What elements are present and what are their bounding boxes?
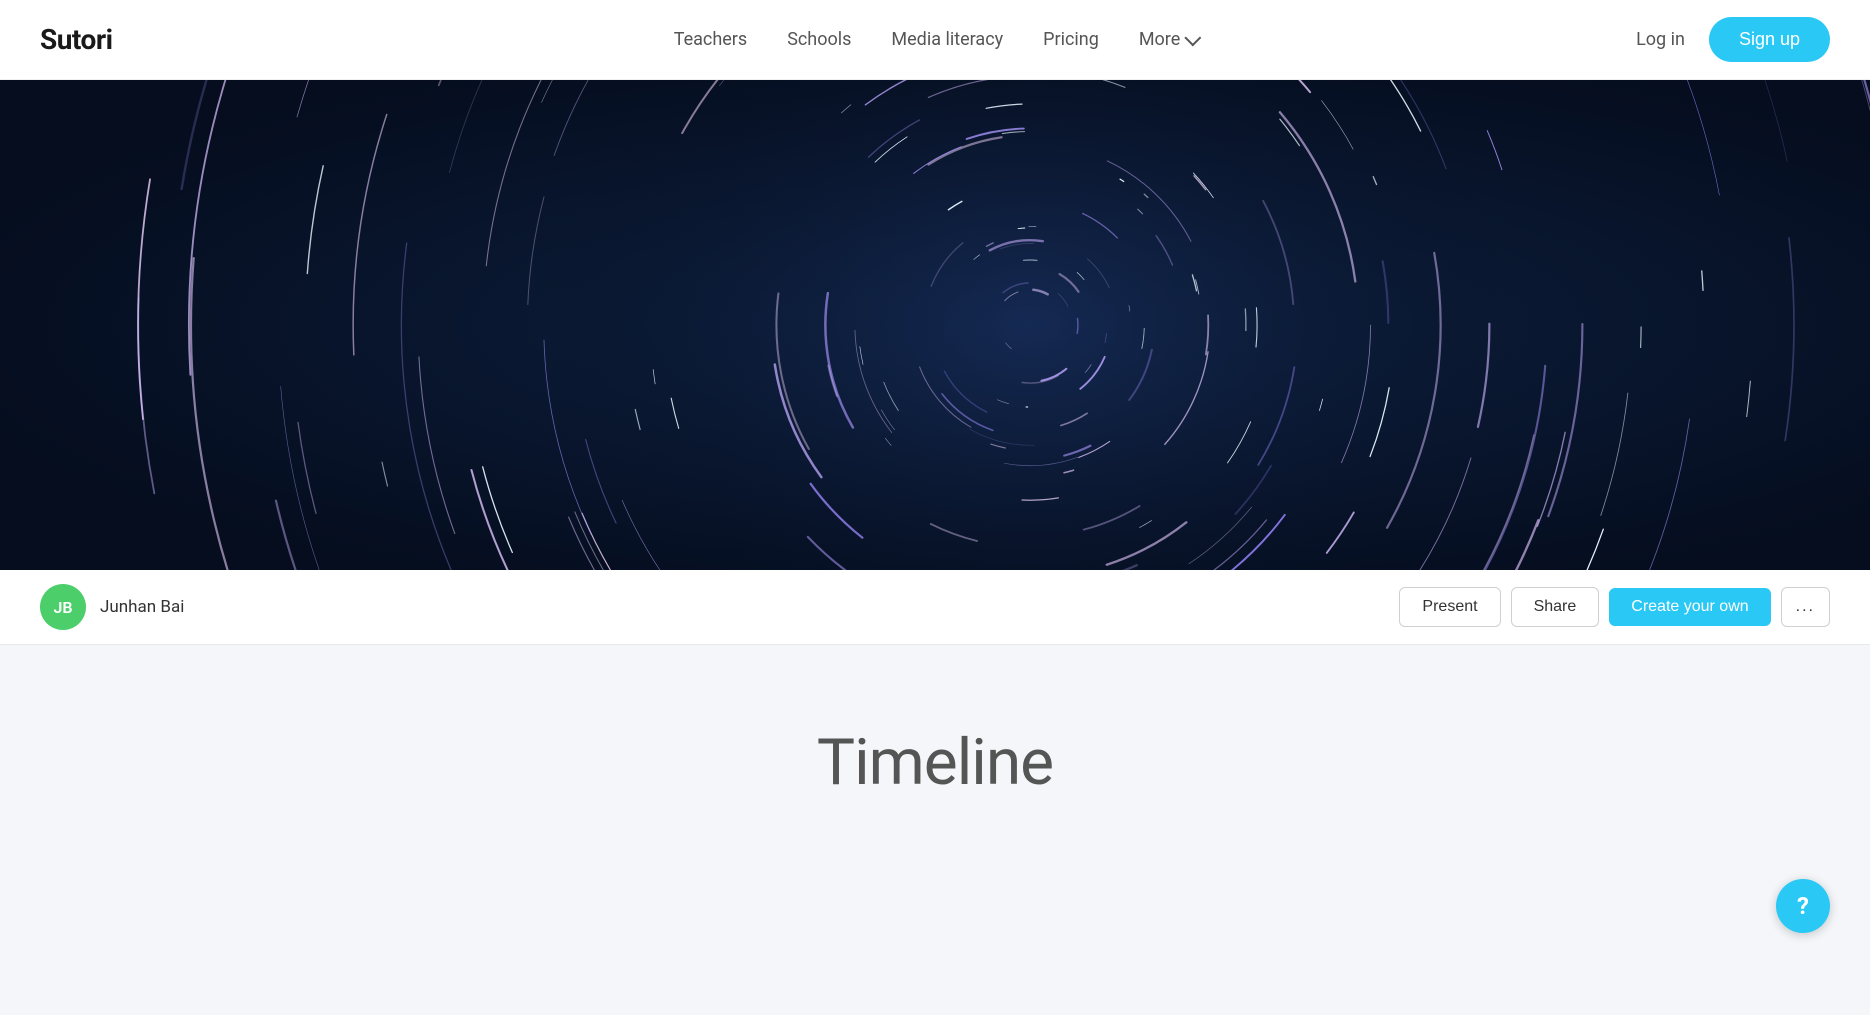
login-link[interactable]: Log in <box>1636 29 1685 50</box>
nav-schools[interactable]: Schools <box>787 29 851 50</box>
nav-media-literacy[interactable]: Media literacy <box>891 29 1003 50</box>
present-button[interactable]: Present <box>1399 587 1500 627</box>
author-section: JB Junhan Bai <box>40 584 184 630</box>
action-buttons: Present Share Create your own ... <box>1399 587 1830 627</box>
timeline-title: Timeline <box>817 725 1053 800</box>
hero-banner <box>0 80 1870 570</box>
navbar-right: Log in Sign up <box>1636 17 1830 62</box>
main-content: Timeline <box>0 645 1870 1015</box>
navbar: Sutori Teachers Schools Media literacy P… <box>0 0 1870 80</box>
logo[interactable]: Sutori <box>40 23 113 56</box>
star-trails-graphic <box>0 80 1870 570</box>
nav-pricing[interactable]: Pricing <box>1043 29 1099 50</box>
nav-teachers[interactable]: Teachers <box>674 29 747 50</box>
author-name: Junhan Bai <box>100 597 184 617</box>
more-options-button[interactable]: ... <box>1781 587 1830 627</box>
chevron-down-icon <box>1184 29 1201 46</box>
info-bar: JB Junhan Bai Present Share Create your … <box>0 570 1870 645</box>
navbar-center: Teachers Schools Media literacy Pricing … <box>674 29 1197 50</box>
help-button[interactable]: ? <box>1776 879 1830 933</box>
navbar-left: Sutori <box>40 23 113 56</box>
avatar: JB <box>40 584 86 630</box>
share-button[interactable]: Share <box>1511 587 1600 627</box>
signup-button[interactable]: Sign up <box>1709 17 1830 62</box>
nav-more[interactable]: More <box>1139 29 1196 50</box>
create-own-button[interactable]: Create your own <box>1609 588 1770 626</box>
